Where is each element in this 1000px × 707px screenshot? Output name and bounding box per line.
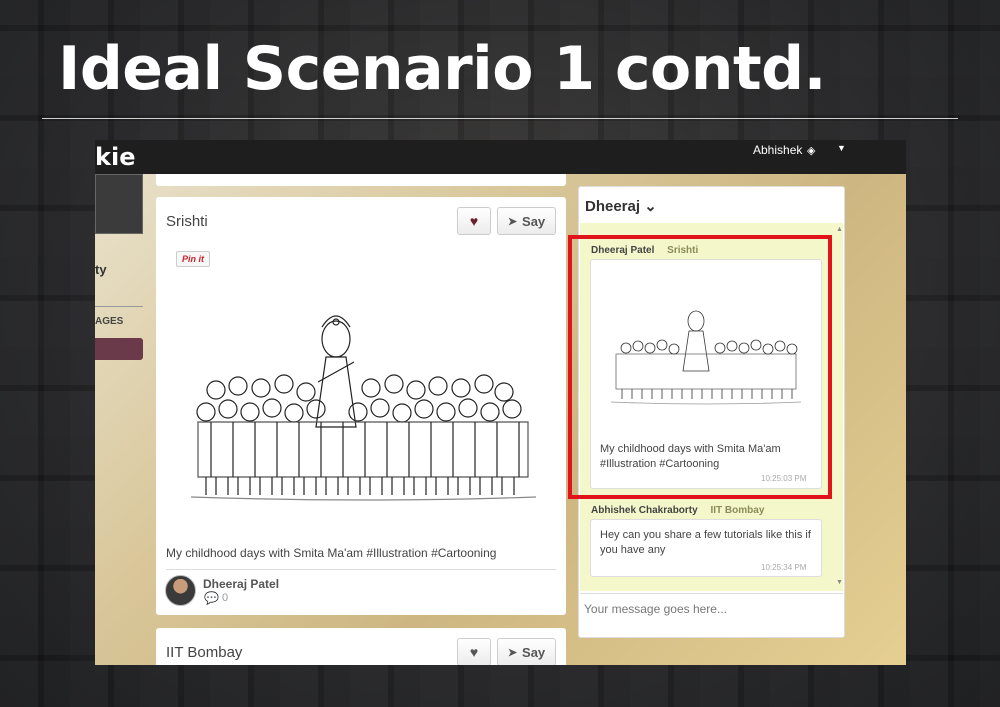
diamond-icon[interactable]: ◈ [807, 144, 819, 157]
say-button[interactable]: ➤ Say [497, 638, 556, 665]
chat-header[interactable]: Dheeraj ⌄ [585, 197, 657, 215]
paper-plane-icon: ➤ [507, 215, 518, 228]
post-illustration[interactable] [166, 282, 556, 534]
say-button-label: Say [522, 213, 546, 229]
like-button[interactable]: ♥ [457, 207, 491, 235]
post-card: Srishti ♥ ➤ Say Pin it My childhood days… [156, 197, 566, 615]
slide-title: Ideal Scenario 1 contd. [58, 34, 826, 104]
paper-plane-icon: ➤ [507, 646, 518, 659]
message-bubble: Hey can you share a few tutorials like t… [590, 519, 822, 577]
app-logo[interactable]: kie [95, 143, 135, 171]
message-timestamp: 10:25:34 PM [761, 563, 807, 572]
scroll-down-icon[interactable]: ▼ [836, 579, 843, 586]
heart-icon: ♥ [469, 213, 479, 229]
message-input-placeholder: Your message goes here... [584, 602, 727, 616]
message-sender: Abhishek Chakraborty [591, 505, 698, 516]
message-meta: Abhishek Chakraborty IIT Bombay [591, 505, 764, 516]
avatar[interactable] [165, 575, 196, 606]
message-group: IIT Bombay [710, 505, 765, 516]
say-button[interactable]: ➤ Say [497, 207, 556, 235]
like-button[interactable]: ♥ [457, 638, 491, 665]
comment-count: 0 [222, 592, 229, 604]
sidebar-profile-box [95, 174, 143, 234]
post-group-name[interactable]: Srishti [166, 213, 208, 230]
pin-it-button[interactable]: Pin it [176, 251, 210, 267]
top-navbar: kie Abhishek ◈ ▼ [95, 140, 906, 174]
sidebar-section-label: AGES [95, 316, 124, 327]
chevron-down-icon[interactable]: ⌄ [640, 198, 657, 215]
chevron-down-icon[interactable]: ▼ [837, 143, 846, 153]
title-divider [42, 118, 958, 119]
scroll-up-icon[interactable]: ▲ [836, 226, 843, 233]
user-name[interactable]: Abhishek [753, 143, 802, 157]
sidebar-button[interactable] [95, 338, 143, 360]
heart-icon: ♥ [469, 644, 479, 660]
sidebar-divider [95, 306, 143, 307]
message-text: Hey can you share a few tutorials like t… [600, 529, 811, 556]
post-divider [166, 569, 556, 570]
post-card: IIT Bombay ♥ ➤ Say [156, 628, 566, 665]
say-button-label: Say [522, 644, 546, 660]
chat-title: Dheeraj [585, 198, 641, 215]
message-input[interactable]: Your message goes here... [580, 593, 843, 637]
comment-icon[interactable]: 💬 [204, 591, 219, 605]
previous-post-card [156, 174, 566, 186]
sidebar-label: ty [95, 262, 107, 277]
post-group-name[interactable]: IIT Bombay [166, 644, 242, 661]
post-author[interactable]: Dheeraj Patel [203, 577, 279, 591]
highlight-box [568, 235, 832, 499]
post-caption: My childhood days with Smita Ma'am #Illu… [166, 546, 497, 560]
